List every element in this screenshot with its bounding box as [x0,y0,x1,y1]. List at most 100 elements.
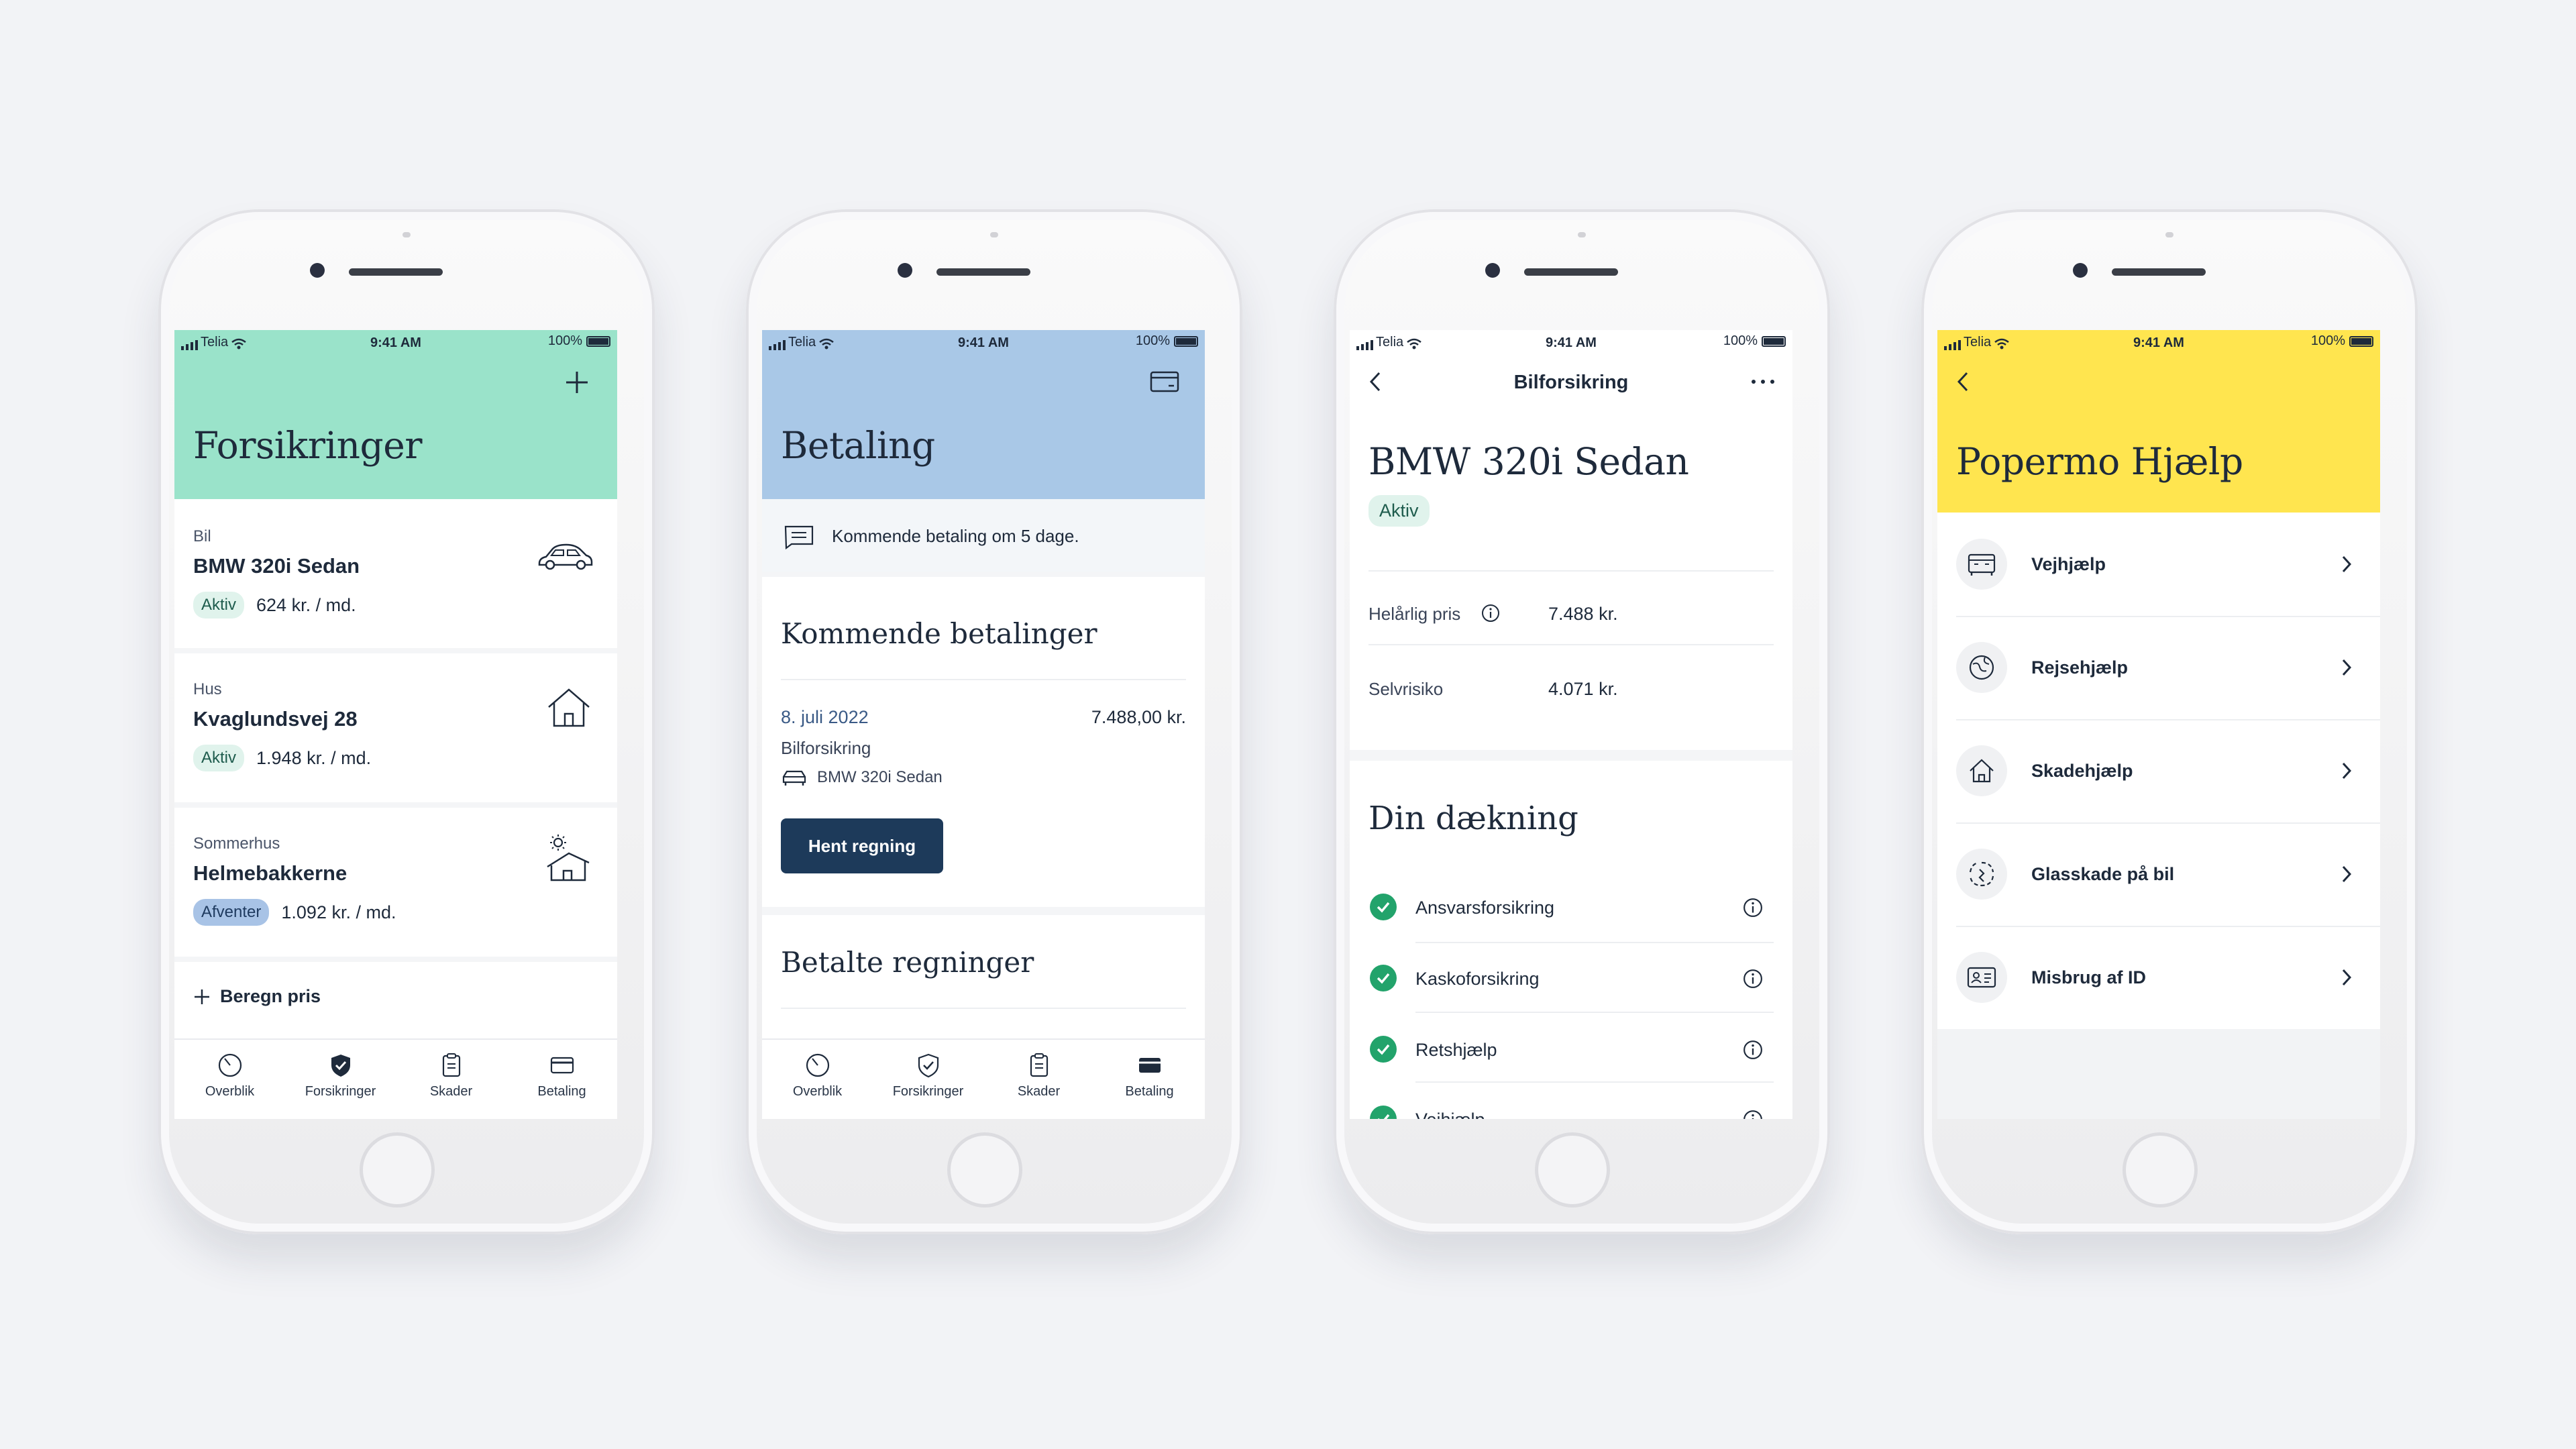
tab-forsikringer[interactable]: Forsikringer [285,1040,396,1119]
status-badge: Aktiv [193,592,245,619]
phone-speaker [1524,268,1618,276]
section-title: Kommende betalinger [781,617,1097,650]
info-icon[interactable] [1743,898,1763,918]
more-icon[interactable] [1750,378,1776,385]
battery: 100% [1136,333,1198,349]
info-icon[interactable] [1481,604,1500,623]
payment-car-name: BMW 320i Sedan [817,768,943,786]
help-item-label: Skadehjælp [2031,761,2133,781]
help-item-rejsehjaelp[interactable]: Rejsehjælp [1937,616,2380,719]
get-bill-button[interactable]: Hent regning [781,818,943,873]
status-bar: Telia 9:41 AM 100% [1350,330,1792,353]
chevron-right-icon [2342,969,2352,986]
house-icon [1956,745,2007,796]
check-icon [1370,894,1397,920]
divider [781,1008,1186,1009]
phone-sensor [990,232,998,237]
summerhouse-icon [547,835,590,881]
card-icon [1138,1058,1161,1073]
calc-price-label: Beregn pris [220,986,321,1006]
battery-icon [1174,335,1198,347]
insurance-type: Bil [193,527,211,545]
house-icon [548,688,590,727]
page-title: Betaling [781,424,935,467]
notice-banner: Kommende betaling om 5 dage. [762,499,1205,572]
coverage-item[interactable]: Retshjælp [1350,1012,1792,1081]
tab-skader[interactable]: Skader [983,1040,1094,1119]
payment-car: BMW 320i Sedan [781,767,943,788]
back-icon[interactable] [1953,370,1974,393]
overview-icon [218,1053,241,1077]
payment-item[interactable]: 8. juli 2022 7.488,00 kr. Bilforsikring … [762,679,1205,907]
battery-icon [2349,335,2373,347]
plus-icon[interactable] [564,369,590,396]
globe-icon [1956,642,2007,693]
tab-label: Betaling [537,1084,586,1099]
tab-label: Skader [429,1084,473,1099]
insurance-card-car[interactable]: Bil BMW 320i Sedan Aktiv 624 kr. / md. [174,499,617,648]
status-bar: Telia 9:41 AM 100% [174,330,617,353]
coverage-item[interactable]: Ansvarsforsikring [1350,872,1792,942]
phone-popermo-hjaelp: Telia 9:41 AM 100% Popermo Hjælp Vejhjæl… [1921,209,2418,1234]
home-button [947,1132,1022,1208]
coverage-item[interactable]: Kaskoforsikring [1350,942,1792,1012]
row-label: Selvrisiko [1368,679,1444,699]
tab-overblik[interactable]: Overblik [762,1040,873,1119]
tab-forsikringer[interactable]: Forsikringer [873,1040,983,1119]
status-bar: Telia 9:41 AM 100% [762,330,1205,353]
tab-betaling[interactable]: Betaling [506,1040,617,1119]
status-badge: Afventer [193,899,270,926]
battery-icon [586,335,610,347]
divider [174,802,617,808]
id-card-icon [1956,952,2007,1003]
chevron-right-icon [2342,555,2352,573]
check-icon [1370,1106,1397,1119]
page-title: Popermo Hjælp [1956,440,2243,483]
tab-skader[interactable]: Skader [396,1040,506,1119]
coverage-item[interactable]: Vejhjælp [1350,1081,1792,1119]
clipboard-icon [1030,1053,1048,1077]
tab-betaling[interactable]: Betaling [1094,1040,1205,1119]
help-item-label: Misbrug af ID [2031,967,2147,987]
insurance-price: 1.948 kr. / md. [256,747,372,768]
section-title: Betalte regninger [781,946,1034,979]
insurance-price: 1.092 kr. / md. [281,902,396,922]
status-badge: Aktiv [193,745,245,771]
divider [174,648,617,653]
row-value: 7.488 kr. [1548,604,1618,624]
overview-icon [806,1053,829,1077]
insurance-name: Helmebakkerne [193,861,347,885]
help-item-vejhjaelp[interactable]: Vejhjælp [1937,513,2380,616]
help-item-skadehjaelp[interactable]: Skadehjælp [1937,719,2380,822]
header [174,330,617,499]
message-icon [784,525,814,550]
shield-icon [918,1053,938,1078]
insurance-card-house[interactable]: Hus Kvaglundsvej 28 Aktiv 1.948 kr. / md… [174,653,617,802]
shield-icon [331,1055,350,1077]
home-button [360,1132,435,1208]
info-icon[interactable] [1743,969,1763,989]
divider [174,957,617,962]
phone-betaling: Telia 9:41 AM 100% Betaling Kommende bet… [746,209,1242,1234]
card-icon [550,1057,574,1074]
home-button [2123,1132,2198,1208]
tab-overblik[interactable]: Overblik [174,1040,285,1119]
insurance-card-summerhouse[interactable]: Sommerhus Helmebakkerne Afventer 1.092 k… [174,808,617,957]
help-item-label: Vejhjælp [2031,554,2106,574]
tab-bar: Overblik Forsikringer Skader Betaling [762,1038,1205,1119]
tab-label: Overblik [205,1084,255,1099]
info-icon[interactable] [1743,1110,1763,1119]
battery-percent: 100% [2310,333,2345,348]
insurance-meta: Aktiv 624 kr. / md. [193,592,356,619]
help-item-glasskade[interactable]: Glasskade på bil [1937,822,2380,926]
insurance-type: Sommerhus [193,835,280,853]
insurance-name: Kvaglundsvej 28 [193,707,358,731]
section-title: Din dækning [1368,800,1578,837]
tab-label: Forsikringer [892,1084,964,1099]
notice-text: Kommende betaling om 5 dage. [832,526,1079,546]
calc-price-link[interactable]: Beregn pris [193,986,321,1007]
info-icon[interactable] [1743,1040,1763,1060]
card-icon[interactable] [1150,370,1179,393]
phone-camera [310,263,325,278]
help-item-misbrug-id[interactable]: Misbrug af ID [1937,926,2380,1029]
